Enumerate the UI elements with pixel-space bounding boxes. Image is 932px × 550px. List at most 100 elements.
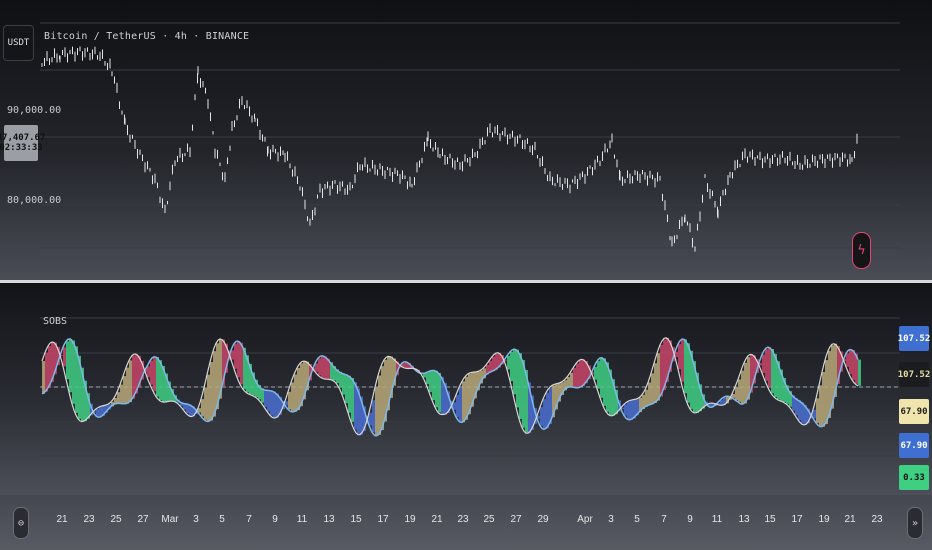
indicator-name[interactable]: SOBS [43, 316, 67, 327]
oscillator-band [117, 392, 120, 404]
oscillator-band [435, 370, 438, 408]
oscillator-band [69, 338, 72, 393]
time-tick-label: 11 [297, 514, 308, 525]
lightning-icon[interactable]: ϟ [852, 232, 871, 269]
oscillator-band [375, 387, 378, 436]
oscillator-band [438, 372, 441, 413]
oscillator-band [201, 399, 204, 417]
oscillator-band [576, 363, 579, 388]
indicator-value-tag: 107.52 [898, 362, 930, 387]
indicator-chart[interactable] [0, 283, 932, 495]
oscillator-band [720, 400, 723, 406]
time-tick-label: 9 [687, 514, 693, 525]
oscillator-band [213, 351, 216, 417]
time-tick-label: 25 [110, 514, 122, 525]
zoom-out-icon[interactable]: ⊖ [13, 507, 29, 539]
oscillator-band [372, 400, 375, 433]
oscillator-band [42, 361, 45, 394]
oscillator-band [813, 409, 816, 419]
time-tick-label: 27 [137, 514, 149, 525]
oscillator-band [288, 391, 291, 410]
scroll-right-icon[interactable]: » [907, 507, 923, 539]
time-tick-label: 3 [608, 514, 614, 525]
oscillator-band [603, 358, 606, 406]
oscillator-band [741, 370, 744, 405]
oscillator-band [153, 357, 156, 392]
oscillator-band [348, 375, 351, 413]
time-tick-label: 23 [83, 514, 95, 525]
oscillator-band [231, 350, 234, 360]
time-tick-label: 21 [56, 514, 68, 525]
oscillator-band [687, 343, 690, 403]
oscillator-band [45, 352, 48, 392]
oscillator-band [207, 374, 210, 422]
time-tick-label: 25 [483, 514, 495, 525]
oscillator-band [345, 374, 348, 404]
oscillator-band [324, 356, 327, 379]
oscillator-band [294, 374, 297, 412]
oscillator-band [645, 389, 648, 407]
oscillator-band [513, 349, 516, 395]
current-price: 87,407.67 [0, 133, 46, 143]
time-tick-label: Apr [577, 514, 593, 525]
oscillator-band [453, 402, 456, 410]
oscillator-band [378, 375, 381, 435]
oscillator-band [567, 377, 570, 388]
symbol-button[interactable]: USDT [3, 25, 34, 61]
oscillator-band [648, 382, 651, 406]
oscillator-band [120, 384, 123, 404]
time-tick-label: Mar [161, 514, 179, 525]
oscillator-band [822, 372, 825, 427]
oscillator-band [651, 373, 654, 405]
oscillator-band [267, 390, 270, 412]
oscillator-band [744, 362, 747, 404]
indicator-value-tag: 107.52 [898, 326, 930, 351]
oscillator-band [129, 360, 132, 403]
oscillator-band [429, 371, 432, 393]
time-tick-label: 13 [738, 514, 750, 525]
price-label-90000: 90,000.00 [7, 105, 62, 116]
oscillator-band [315, 363, 318, 372]
indicator-value-tag: 67.90 [899, 433, 929, 458]
oscillator-band [825, 360, 828, 425]
time-tick-label: 5 [634, 514, 640, 525]
oscillator-band [543, 399, 546, 430]
oscillator-band [597, 361, 600, 389]
oscillator-band [204, 387, 207, 420]
time-axis-labels: 21 23 25 27 Mar 3 5 7 9 11 13 15 17 19 21 23 25 27 29 Apr 3 5… [56, 514, 883, 525]
time-tick-label: 21 [431, 514, 443, 525]
time-tick-label: 15 [764, 514, 776, 525]
oscillator-band [660, 344, 663, 397]
oscillator-band [765, 349, 768, 381]
oscillator-band [681, 339, 684, 382]
oscillator-band [456, 394, 459, 417]
oscillator-band [210, 362, 213, 421]
oscillator-band [732, 394, 735, 398]
oscillator-band [858, 359, 861, 386]
oscillator-band [459, 387, 462, 422]
time-tick-label: 7 [246, 514, 252, 525]
time-tick-label: 15 [350, 514, 362, 525]
oscillator-band [342, 373, 345, 395]
oscillator-band [270, 390, 273, 416]
time-tick-label: 9 [272, 514, 278, 525]
oscillator-band [96, 408, 99, 416]
oscillator-band [852, 349, 855, 380]
oscillator-band [600, 358, 603, 398]
oscillator-band [570, 372, 573, 387]
oscillator-band [768, 347, 771, 388]
oscillator-band [516, 349, 519, 408]
oscillator-band [798, 400, 801, 420]
oscillator-band [339, 371, 342, 388]
oscillator-band [735, 386, 738, 400]
oscillator-band [426, 372, 429, 385]
oscillator-band [63, 347, 66, 367]
oscillator-band [819, 385, 822, 427]
price-chart[interactable] [0, 0, 932, 280]
oscillator-band [579, 360, 582, 388]
oscillator-band [291, 382, 294, 412]
time-tick-label: 29 [537, 514, 549, 525]
oscillator-band [507, 355, 510, 370]
current-price-tag: 87,407.67 02:33:33 [0, 125, 45, 161]
oscillator-band [678, 344, 681, 370]
